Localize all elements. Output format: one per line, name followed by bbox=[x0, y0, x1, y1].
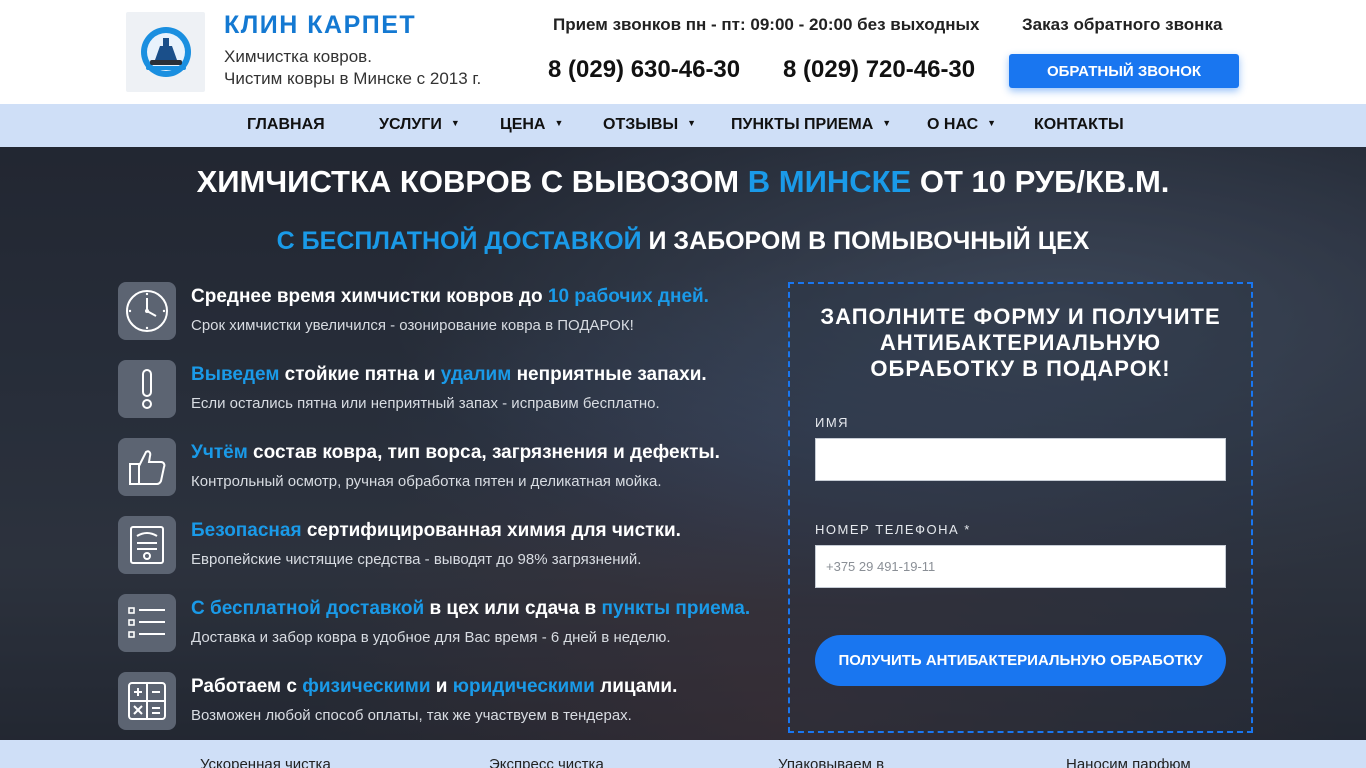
thumbs-up-icon bbox=[118, 438, 176, 496]
working-hours: Прием звонков пн - пт: 09:00 - 20:00 без… bbox=[553, 15, 980, 34]
feature-title-part: стойкие пятна и bbox=[279, 364, 441, 385]
callback-label: Заказ обратного звонка bbox=[1022, 15, 1223, 34]
feature-title: Среднее время химчистки ковров до 10 раб… bbox=[191, 286, 709, 308]
nav-item-label: ГЛАВНАЯ bbox=[247, 116, 325, 133]
phone-link-1[interactable]: 8 (029) 630-46-30 bbox=[548, 56, 740, 84]
feature-title-part: Среднее время химчистки ковров до bbox=[191, 286, 548, 307]
nav-item-price[interactable]: ЦЕНА ▼ bbox=[500, 116, 563, 134]
feature-item: Выведем стойкие пятна и удалим неприятны… bbox=[118, 360, 768, 420]
feature-item: Учтём состав ковра, тип ворса, загрязнен… bbox=[118, 438, 768, 498]
brand-name[interactable]: КЛИН КАРПЕТ bbox=[224, 11, 416, 40]
feature-item: Среднее время химчистки ковров до 10 раб… bbox=[118, 282, 768, 342]
hero-subtitle-part: И ЗАБОРОМ В ПОМЫВОЧНЫЙ ЦЕХ bbox=[641, 227, 1090, 255]
caret-down-icon: ▼ bbox=[554, 118, 564, 128]
nav-item-label: КОНТАКТЫ bbox=[1034, 116, 1124, 133]
feature-title: Выведем стойкие пятна и удалим неприятны… bbox=[191, 364, 707, 386]
services-strip: Ускоренная чистка Экспресс чистка Упаков… bbox=[0, 740, 1366, 768]
feature-title-part: неприятные запахи. bbox=[511, 364, 707, 385]
name-label: ИМЯ bbox=[815, 415, 850, 430]
feature-title-highlight: Безопасная bbox=[191, 520, 302, 541]
feature-title-part: Работаем с bbox=[191, 676, 303, 697]
nav-item-services[interactable]: УСЛУГИ ▼ bbox=[379, 116, 460, 134]
hero-title-highlight: В МИНСКЕ bbox=[747, 164, 912, 199]
submit-button[interactable]: ПОЛУЧИТЬ АНТИБАКТЕРИАЛЬНУЮ ОБРАБОТКУ bbox=[815, 635, 1226, 686]
feature-item: С бесплатной доставкой в цех или сдача в… bbox=[118, 594, 768, 654]
form-title-line-1: ЗАПОЛНИТЕ ФОРМУ И ПОЛУЧИТЕ bbox=[820, 304, 1221, 329]
site-header: КЛИН КАРПЕТ Химчистка ковров. Чистим ков… bbox=[0, 0, 1366, 104]
feature-title-highlight: юридическими bbox=[452, 676, 595, 697]
phone-label: НОМЕР ТЕЛЕФОНА * bbox=[815, 522, 971, 537]
name-input[interactable] bbox=[815, 438, 1226, 481]
form-title-line-3: ОБРАБОТКУ В ПОДАРОК! bbox=[870, 356, 1171, 381]
hero-title-part: ХИМЧИСТКА КОВРОВ С ВЫВОЗОМ bbox=[196, 164, 748, 199]
caret-down-icon: ▼ bbox=[687, 118, 697, 128]
service-item[interactable]: Экспресс чистка bbox=[489, 756, 604, 768]
feature-title: С бесплатной доставкой в цех или сдача в… bbox=[191, 598, 750, 620]
service-item[interactable]: Ускоренная чистка bbox=[200, 756, 331, 768]
clock-icon bbox=[118, 282, 176, 340]
feature-title-part: состав ковра, тип ворса, загрязнения и д… bbox=[247, 442, 720, 463]
logo-icon bbox=[140, 27, 191, 77]
feature-item: Безопасная сертифицированная химия для ч… bbox=[118, 516, 768, 576]
nav-item-label: О НАС bbox=[927, 116, 979, 133]
feature-text: Если остались пятна или неприятный запах… bbox=[191, 395, 660, 412]
feature-title: Учтём состав ковра, тип ворса, загрязнен… bbox=[191, 442, 720, 464]
feature-title-highlight: пункты приема. bbox=[601, 598, 751, 619]
hero-section: ХИМЧИСТКА КОВРОВ С ВЫВОЗОМ В МИНСКЕ ОТ 1… bbox=[0, 147, 1366, 740]
feature-text: Срок химчистки увеличился - озонирование… bbox=[191, 317, 634, 334]
feature-title-highlight: С бесплатной доставкой bbox=[191, 598, 425, 619]
nav-item-contacts[interactable]: КОНТАКТЫ bbox=[1034, 116, 1124, 134]
tagline-line-2: Чистим ковры в Минске с 2013 г. bbox=[224, 69, 482, 88]
feature-title-highlight: Выведем bbox=[191, 364, 280, 385]
phone-input[interactable] bbox=[815, 545, 1226, 588]
caret-down-icon: ▼ bbox=[450, 118, 460, 128]
feature-text: Возможен любой способ оплаты, так же уча… bbox=[191, 707, 632, 724]
feature-title-part: лицами. bbox=[594, 676, 678, 697]
nav-item-label: УСЛУГИ bbox=[379, 116, 442, 133]
calculator-icon bbox=[118, 672, 176, 730]
checklist-icon bbox=[118, 594, 176, 652]
caret-down-icon: ▼ bbox=[987, 118, 997, 128]
main-nav: ГЛАВНАЯ УСЛУГИ ▼ ЦЕНА ▼ ОТЗЫВЫ ▼ ПУНКТЫ ПРИ… bbox=[0, 104, 1366, 147]
form-title-line-2: АНТИБАКТЕРИАЛЬНУЮ bbox=[879, 330, 1162, 355]
feature-title-highlight: Учтём bbox=[191, 442, 248, 463]
nav-item-label: ЦЕНА bbox=[500, 116, 546, 133]
feature-title: Работаем с физическими и юридическими ли… bbox=[191, 676, 677, 698]
gift-form: ЗАПОЛНИТЕ ФОРМУ И ПОЛУЧИТЕ АНТИБАКТЕРИАЛ… bbox=[788, 282, 1253, 733]
phone-link-2[interactable]: 8 (029) 720-46-30 bbox=[783, 56, 975, 84]
feature-title-highlight: удалим bbox=[440, 364, 512, 385]
nav-item-home[interactable]: ГЛАВНАЯ bbox=[247, 116, 325, 134]
tagline: Химчистка ковров. Чистим ковры в Минске … bbox=[224, 46, 481, 90]
hero-subtitle-highlight: С БЕСПЛАТНОЙ ДОСТАВКОЙ bbox=[276, 227, 642, 255]
feature-item: Работаем с физическими и юридическими ли… bbox=[118, 672, 768, 732]
exclamation-icon bbox=[118, 360, 176, 418]
feature-title-highlight: 10 рабочих дней. bbox=[547, 286, 709, 307]
logo[interactable] bbox=[126, 12, 205, 92]
nav-item-reviews[interactable]: ОТЗЫВЫ ▼ bbox=[603, 116, 696, 134]
feature-title: Безопасная сертифицированная химия для ч… bbox=[191, 520, 681, 542]
nav-item-about[interactable]: О НАС ▼ bbox=[927, 116, 996, 134]
feature-title-part: и bbox=[430, 676, 453, 697]
nav-item-label: ПУНКТЫ ПРИЕМА bbox=[731, 116, 874, 133]
feature-text: Контрольный осмотр, ручная обработка пят… bbox=[191, 473, 662, 490]
service-item[interactable]: Упаковываем в bbox=[778, 756, 884, 768]
hero-title: ХИМЧИСТКА КОВРОВ С ВЫВОЗОМ В МИНСКЕ ОТ 1… bbox=[0, 164, 1366, 200]
hero-title-part: ОТ 10 РУБ/КВ.М. bbox=[911, 164, 1170, 199]
caret-down-icon: ▼ bbox=[882, 118, 892, 128]
feature-title-part: в цех или сдача в bbox=[424, 598, 602, 619]
nav-item-label: ОТЗЫВЫ bbox=[603, 116, 679, 133]
feature-text: Европейские чистящие средства - выводят … bbox=[191, 551, 642, 568]
callback-button[interactable]: ОБРАТНЫЙ ЗВОНОК bbox=[1009, 54, 1239, 88]
feature-title-highlight: физическими bbox=[302, 676, 431, 697]
tagline-line-1: Химчистка ковров. bbox=[224, 47, 372, 66]
hero-subtitle: С БЕСПЛАТНОЙ ДОСТАВКОЙ И ЗАБОРОМ В ПОМЫВ… bbox=[0, 227, 1366, 256]
form-title: ЗАПОЛНИТЕ ФОРМУ И ПОЛУЧИТЕ АНТИБАКТЕРИАЛ… bbox=[790, 304, 1251, 382]
service-item[interactable]: Наносим парфюм bbox=[1066, 756, 1191, 768]
feature-title-part: сертифицированная химия для чистки. bbox=[301, 520, 681, 541]
certificate-icon bbox=[118, 516, 176, 574]
feature-text: Доставка и забор ковра в удобное для Вас… bbox=[191, 629, 671, 646]
nav-item-pickup-points[interactable]: ПУНКТЫ ПРИЕМА ▼ bbox=[731, 116, 891, 134]
